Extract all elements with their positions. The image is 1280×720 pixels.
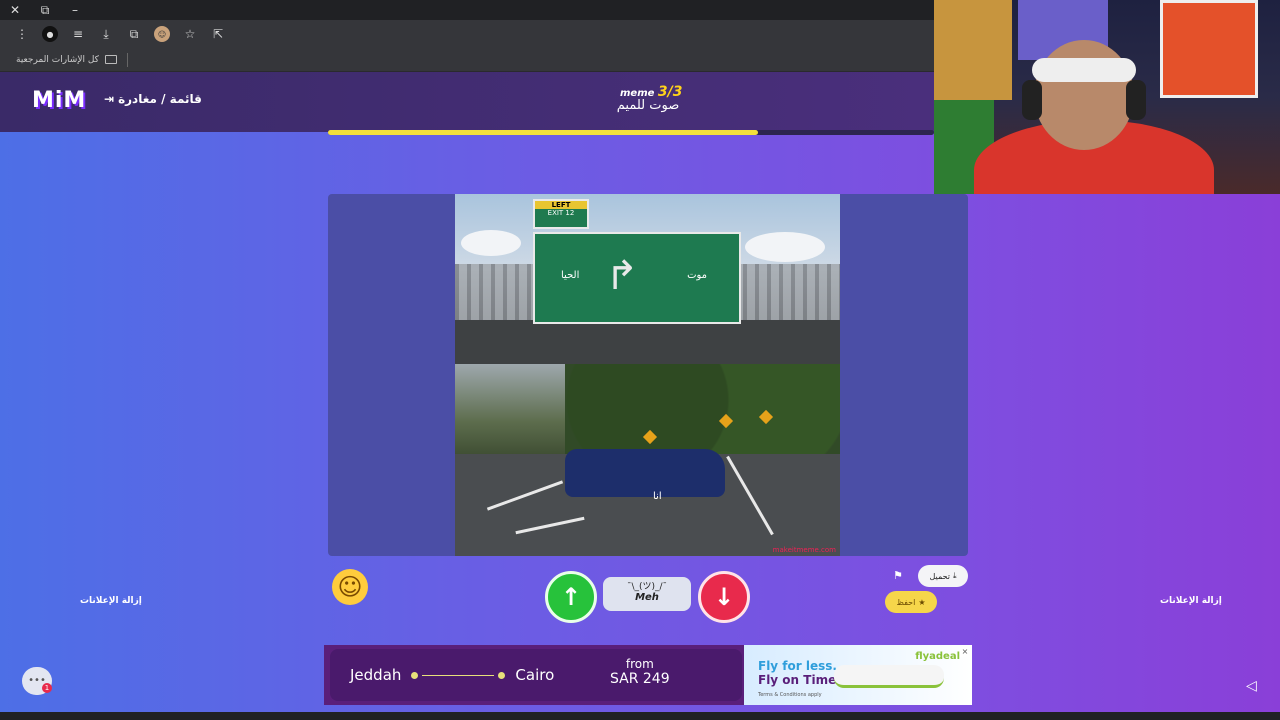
ad-banner[interactable]: Jeddah Cairo from SAR 249 Fly for less. …: [324, 645, 972, 705]
save-label: احفظ: [896, 597, 916, 607]
exit-sign-bottom: EXIT 12: [547, 209, 575, 217]
ad-from-label: from: [625, 657, 654, 671]
progress-fill: [328, 130, 759, 135]
divider: [126, 52, 128, 67]
share-icon[interactable]: ⇱: [210, 26, 226, 42]
highway-sign: الحيا ↱ موت: [533, 232, 741, 324]
ad-route: Jeddah Cairo from SAR 249: [330, 649, 742, 701]
road-line: [486, 480, 564, 511]
ad-close-icon[interactable]: ×: [960, 647, 970, 657]
download-icon[interactable]: ⤓: [98, 26, 114, 42]
profile-avatar[interactable]: ☺: [154, 26, 170, 42]
ad-terms: Terms & Conditions apply: [758, 692, 822, 698]
meme-panel-top: LEFT EXIT 12 الحيا ↱ موت: [455, 194, 840, 364]
upvote-button[interactable]: ↑: [545, 571, 597, 623]
emoji-reaction-button[interactable]: ☺: [332, 569, 368, 605]
poster-image: [1160, 0, 1258, 98]
watermark: makeitmeme.com: [772, 546, 836, 554]
extension-icon[interactable]: ●: [42, 26, 58, 42]
headband: [1032, 58, 1136, 82]
headphone: [1126, 80, 1146, 120]
trees: [565, 364, 840, 454]
remove-ads-link-left[interactable]: إزالة الإعلانات: [80, 596, 142, 606]
ad-price-block: from SAR 249: [610, 657, 670, 687]
ad-slogan-line1: Fly for less.: [758, 659, 837, 673]
meh-button[interactable]: ¯\_(ツ)_/¯ Meh: [603, 577, 691, 611]
exit-icon: ⇥: [104, 92, 115, 106]
ad-slogan-line2: Fly on Time: [758, 673, 837, 687]
person-head: [1034, 40, 1134, 150]
star-icon: ★: [918, 597, 926, 607]
menu-leave-link[interactable]: ⇥ قائمة / مغادرة: [104, 92, 202, 106]
site-header: MiM ⇥ قائمة / مغادرة meme 3/3 صوت للميم: [0, 72, 934, 135]
folder-icon: [104, 55, 117, 64]
car-label: انا: [653, 491, 662, 502]
close-window-icon[interactable]: ✕: [0, 3, 30, 17]
minimize-window-icon[interactable]: –: [60, 3, 90, 17]
download-button[interactable]: تحميل ⤓: [918, 565, 968, 587]
flag-icon[interactable]: ⚑: [893, 569, 903, 582]
cloud: [461, 230, 521, 256]
menu-dots-icon[interactable]: ⋮: [14, 26, 30, 42]
airplane-image: [834, 665, 944, 688]
route-line: [422, 674, 495, 676]
browser-titlebar: ✕ ⧉ –: [0, 0, 934, 20]
meh-label: Meh: [635, 592, 659, 603]
road-line: [726, 455, 774, 536]
download-label: تحميل: [929, 571, 950, 581]
ad-brand: flyadeal: [915, 651, 960, 662]
exit-sign-top: LEFT: [535, 201, 587, 209]
ad-price: SAR 249: [610, 671, 670, 687]
remove-ads-link-right[interactable]: إزالة الإعلانات: [1160, 596, 1222, 606]
site-logo[interactable]: MiM: [32, 88, 86, 113]
bookmarks-bar: كل الإشارات المرجعية: [0, 48, 934, 72]
downvote-button[interactable]: ↓: [698, 571, 750, 623]
sign-right-text: موت: [687, 270, 707, 281]
sign-left-text: الحيا: [561, 270, 580, 281]
progress-bar: [328, 130, 934, 135]
exit-sign: LEFT EXIT 12: [533, 199, 589, 229]
restore-window-icon[interactable]: ⧉: [30, 3, 60, 18]
download-icon: ⤓: [952, 571, 957, 580]
route-dot: [498, 671, 506, 679]
ad-visual: Fly for less. Fly on Time Terms & Condit…: [744, 645, 972, 705]
poster-image: [934, 0, 1012, 100]
meme-panel-bottom: انا makeitmeme.com: [455, 364, 840, 556]
taskbar-edge: [0, 712, 1280, 720]
page-title: صوت للميم: [616, 98, 680, 113]
ad-to-city: Cairo: [515, 666, 555, 684]
chat-badge: 1: [42, 683, 52, 693]
cloud: [745, 232, 825, 262]
ad-slogan: Fly for less. Fly on Time: [758, 659, 837, 687]
bridge-deck: [455, 320, 840, 364]
ad-from-city: Jeddah: [350, 666, 402, 684]
puzzle-icon[interactable]: ⧉: [126, 26, 142, 42]
car: [565, 449, 725, 497]
meh-face: ¯\_(ツ)_/¯: [626, 582, 668, 592]
meme-image: LEFT EXIT 12 الحيا ↱ موت انا makeitmeme.…: [455, 194, 840, 556]
webcam-overlay: [934, 0, 1280, 194]
all-bookmarks-label[interactable]: كل الإشارات المرجعية: [16, 55, 99, 65]
reading-list-icon[interactable]: ≡: [70, 26, 86, 42]
road-line: [515, 516, 585, 535]
headphone: [1022, 80, 1042, 120]
arrow-up-icon: ↱: [605, 253, 639, 299]
save-button[interactable]: احفظ ★: [885, 591, 937, 613]
meme-card: LEFT EXIT 12 الحيا ↱ موت انا makeitmeme.…: [328, 194, 968, 556]
browser-toolbar: ⋮ ● ≡ ⤓ ⧉ ☺ ☆ ⇱: [0, 20, 934, 48]
bookmark-star-icon[interactable]: ☆: [182, 26, 198, 42]
route-dot: [411, 671, 419, 679]
sound-icon[interactable]: ◁: [1246, 678, 1257, 694]
menu-leave-label: قائمة / مغادرة: [118, 92, 202, 106]
